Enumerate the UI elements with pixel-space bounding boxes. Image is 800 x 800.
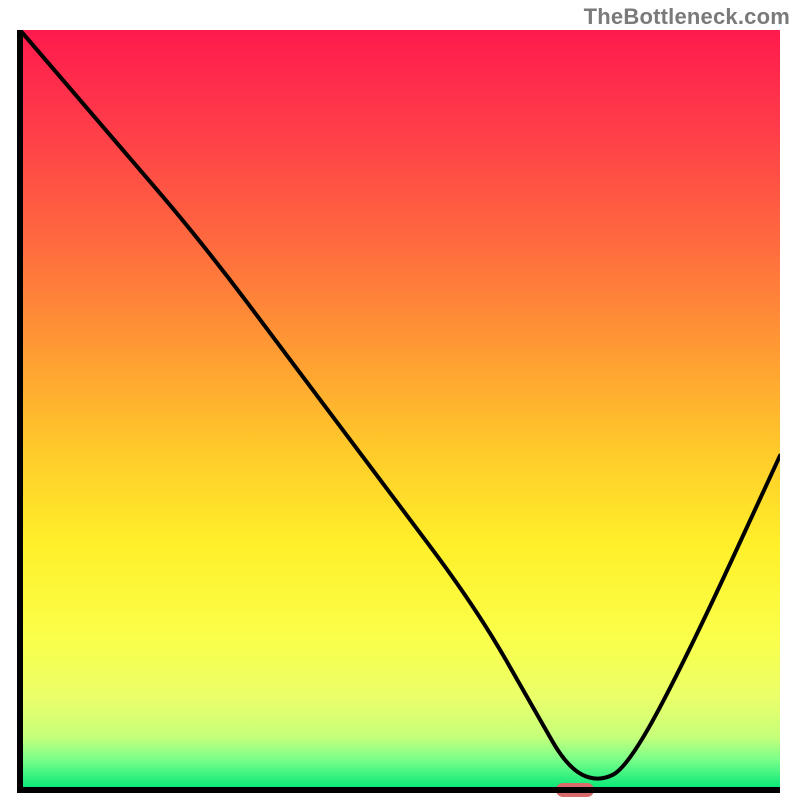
minimum-marker <box>556 783 594 797</box>
watermark-text: TheBottleneck.com <box>584 4 790 30</box>
plot-area <box>20 30 780 790</box>
bottleneck-chart: TheBottleneck.com <box>0 0 800 800</box>
bottleneck-curve-path <box>20 30 780 779</box>
curve-svg <box>20 30 780 790</box>
